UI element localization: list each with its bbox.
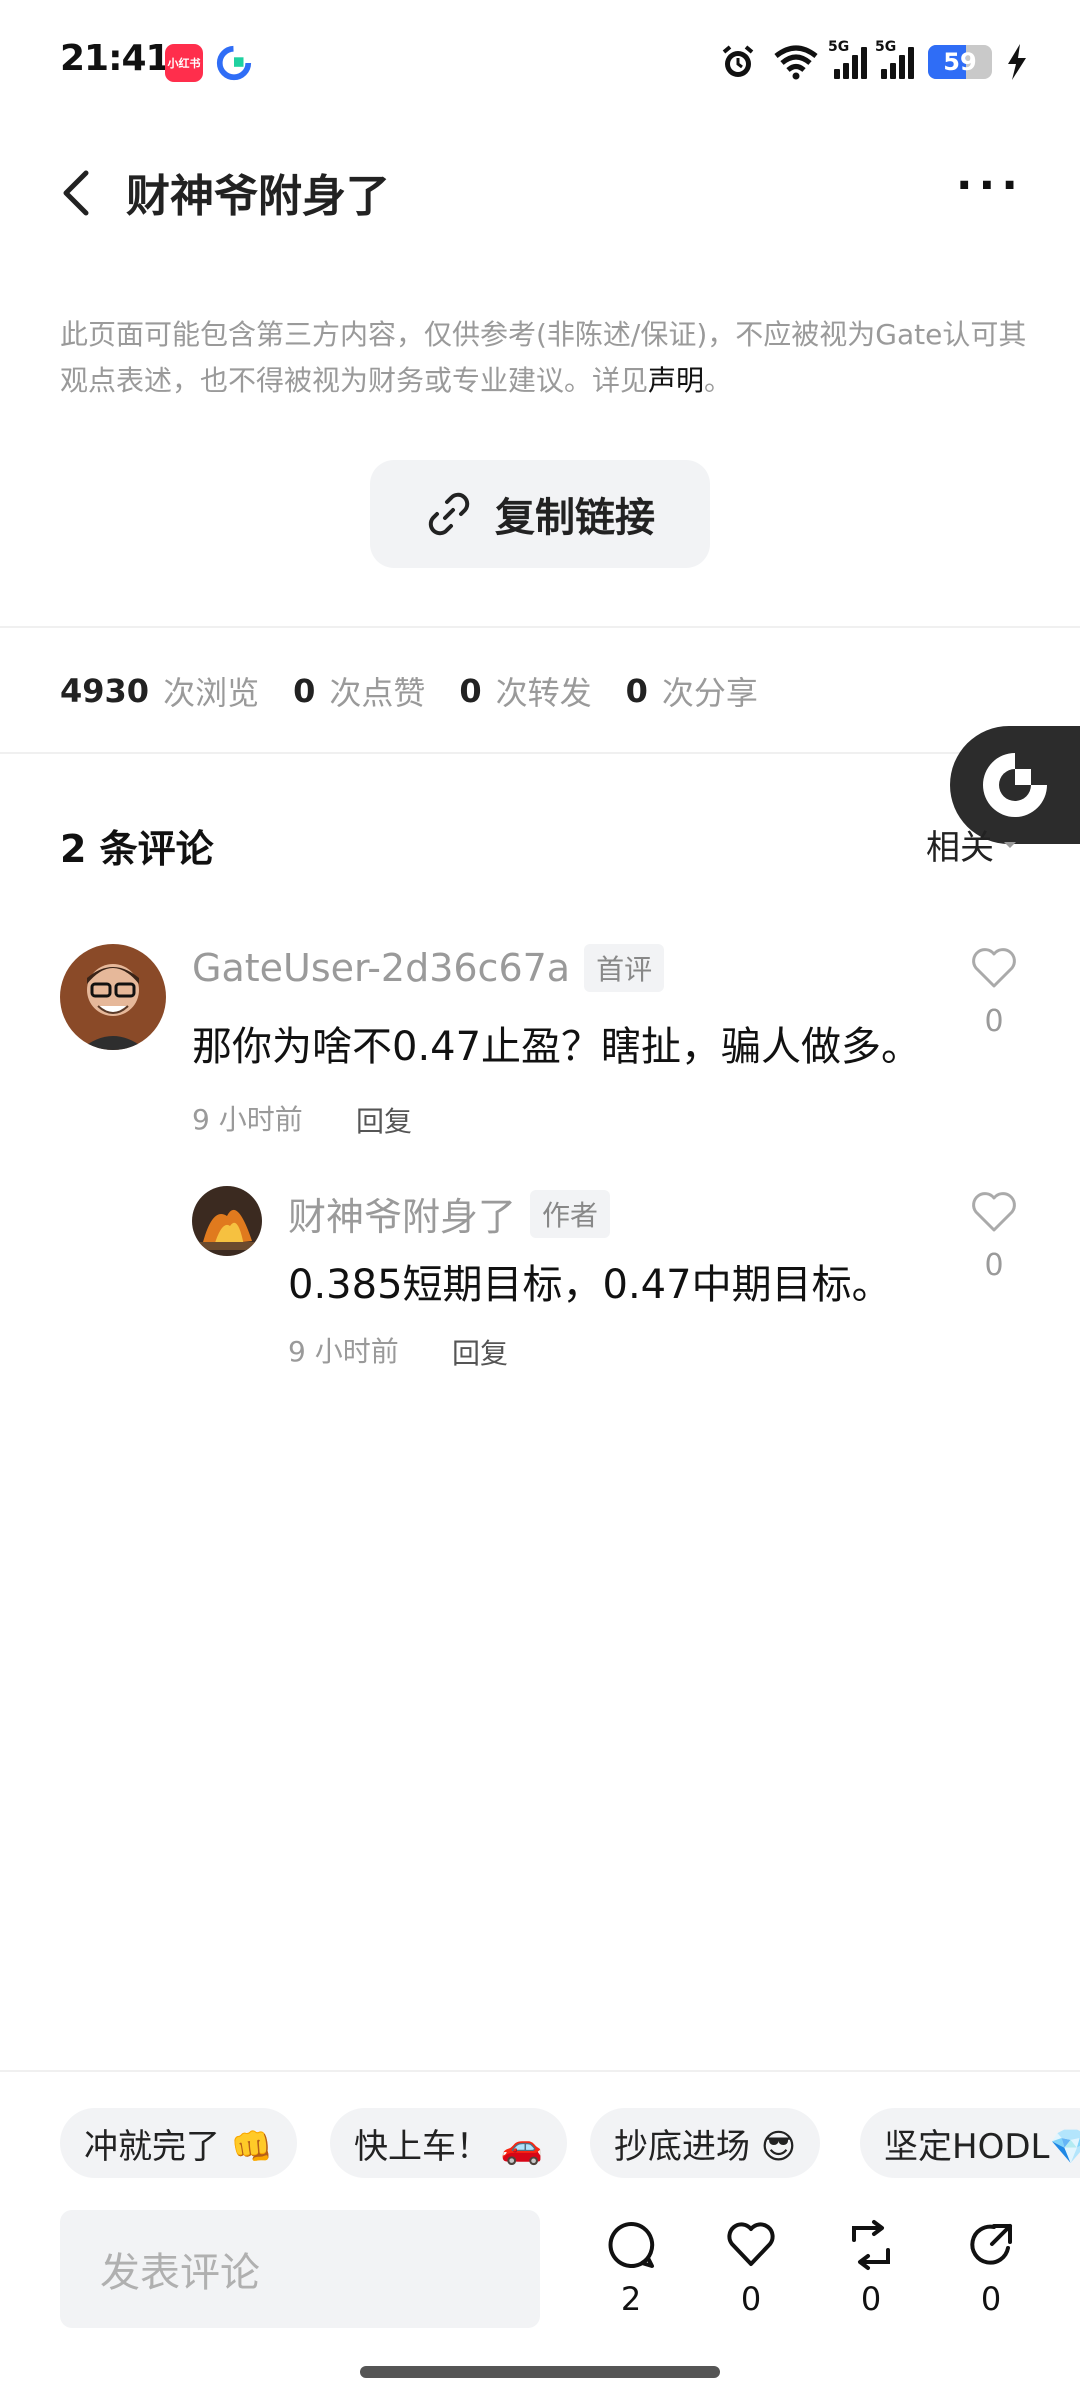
heart-icon[interactable] [970,1190,1018,1234]
sort-label: 相关 [926,828,994,868]
link-icon [428,492,470,536]
more-options-button[interactable]: ··· [956,160,1024,211]
quick-reply-chip[interactable]: 快上车！ 🚗 [330,2108,568,2178]
comment-text: 0.385短期目标，0.47中期目标。 [288,1262,892,1308]
shares-label: 次分享 [661,674,758,712]
avatar[interactable] [60,944,166,1050]
disclaimer-end: 。 [704,364,733,397]
network-type-label: 5G [828,39,850,55]
repost-icon [852,2220,890,2270]
share-action-count: 0 [980,2280,1002,2318]
network-type-label: 5G [875,39,897,55]
share-action[interactable]: 0 [946,2218,1036,2318]
divider [0,2070,1080,2072]
disclaimer-body: 此页面可能包含第三方内容，仅供参考(非陈述/保证)，不应被视为Gate认可其观点… [60,318,1027,397]
heart-icon [727,2222,775,2266]
comment-username[interactable]: GateUser-2d36c67a [192,946,570,990]
cellular-signal-2-icon: 5G [875,39,914,79]
wifi-icon [774,45,818,80]
user-avatar-image [60,944,166,1050]
avatar[interactable] [192,1186,262,1256]
like-action-count: 0 [740,2280,762,2318]
post-stats: 4930 次浏览 0 次点赞 0 次转发 0 次分享 [60,668,792,714]
quick-reply-chip[interactable]: 坚定HODL💎 [860,2108,1080,2178]
battery-indicator: 59 [928,45,992,79]
comment-header: GateUser-2d36c67a 首评 [192,944,665,992]
likes-count: 0 [293,672,316,710]
comments-action-count: 2 [620,2280,642,2318]
user-avatar-image [192,1186,262,1256]
comment-time: 9 小时前 [192,1103,303,1136]
reposts-count: 0 [459,672,482,710]
views-label: 次浏览 [163,674,260,712]
status-icons: 5G 5G 59 [718,39,1028,84]
alarm-icon [722,45,754,77]
repost-action[interactable]: 0 [826,2218,916,2318]
share-icon [970,2224,1012,2265]
author-badge: 作者 [530,1189,611,1238]
quick-reply-chip[interactable]: 冲就完了 👊 [60,2108,298,2178]
divider [0,752,1080,754]
comment-input[interactable]: 发表评论 [60,2210,540,2328]
comments-count-title: 2 条评论 [60,827,214,871]
status-time: 21:41 [60,38,171,79]
charging-icon [1008,44,1026,80]
heart-icon[interactable] [970,946,1018,990]
disclaimer-text: 此页面可能包含第三方内容，仅供参考(非陈述/保证)，不应被视为Gate认可其观点… [60,312,1028,404]
divider [0,626,1080,628]
quick-reply-chip[interactable]: 抄底进场 😎 [590,2108,821,2178]
copy-link-button[interactable]: 复制链接 [370,460,710,568]
comment-text: 那你为啥不0.47止盈？瞎扯，骗人做多。 [192,1024,922,1070]
xiaohongshu-app-icon: 小红书 [165,44,203,82]
gate-app-icon [216,45,252,81]
first-comment-badge: 首评 [584,944,665,992]
reply-button[interactable]: 回复 [452,1332,508,1372]
likes-label: 次点赞 [329,674,426,712]
chevron-down-icon [1004,841,1016,848]
views-count: 4930 [60,672,150,710]
sort-dropdown[interactable]: 相关 [926,820,1020,869]
home-indicator[interactable] [360,2366,720,2378]
shares-count: 0 [625,672,648,710]
page-title: 财神爷附身了 [126,171,390,222]
back-icon[interactable] [58,165,98,221]
comment-time: 9 小时前 [288,1335,399,1368]
comment-like-count: 0 [984,1248,1004,1283]
comment-header: 财神爷附身了 作者 [288,1186,611,1241]
gate-logo-icon [983,753,1047,817]
like-action[interactable]: 0 [706,2218,796,2318]
battery-level: 59 [943,48,977,76]
comment-like-count: 0 [984,1004,1004,1039]
comments-action[interactable]: 2 [586,2218,676,2318]
reposts-label: 次转发 [495,674,592,712]
copy-link-label: 复制链接 [495,495,655,541]
comment-username[interactable]: 财神爷附身了 [288,1186,516,1241]
repost-action-count: 0 [860,2280,882,2318]
comment-icon [608,2221,655,2268]
disclaimer-link[interactable]: 声明 [648,364,704,397]
cellular-signal-1-icon: 5G [828,39,867,79]
reply-button[interactable]: 回复 [356,1100,412,1140]
